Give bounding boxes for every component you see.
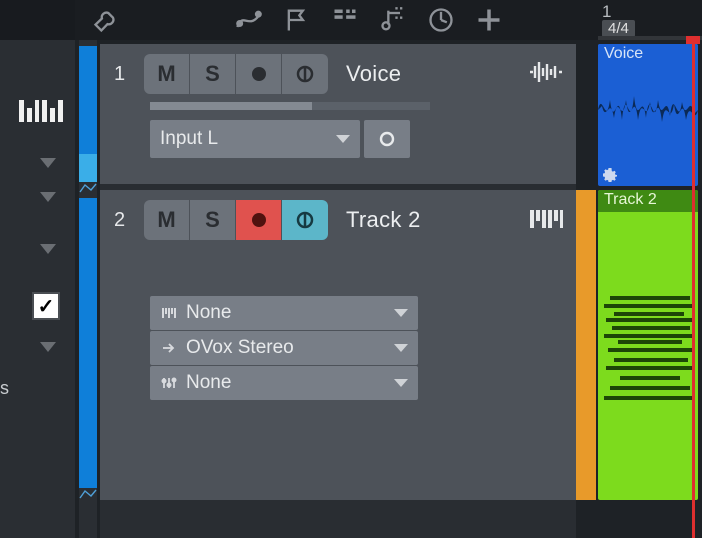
midi-fx-slot[interactable]: OVox Stereo	[150, 331, 418, 365]
flag-marker-icon[interactable]	[283, 6, 311, 34]
clip-label: Track 2	[598, 190, 698, 212]
track-name-label[interactable]: Track 2	[346, 207, 421, 233]
add-track-icon[interactable]	[475, 6, 503, 34]
panel-collapse-arrow[interactable]	[40, 158, 60, 170]
track-number: 1	[114, 63, 134, 86]
monitor-button[interactable]	[282, 54, 328, 94]
midi-fx-slot-label: OVox Stereo	[186, 337, 294, 359]
instrument-icon	[160, 305, 178, 321]
midi-keyboard-icon	[528, 206, 564, 234]
audio-waveform-icon	[528, 60, 564, 88]
instrument-slot[interactable]: None	[150, 296, 418, 330]
track-number: 2	[114, 209, 134, 232]
track-header[interactable]: 1 M S Voice Input L	[100, 44, 576, 184]
toolbar: 1 4/4	[0, 0, 702, 40]
left-panel-body: s	[0, 40, 75, 538]
panel-collapse-arrow[interactable]	[40, 192, 60, 204]
chevron-down-icon	[394, 309, 408, 317]
input-select-label: Input L	[160, 128, 218, 150]
clip-label: Voice	[598, 44, 698, 66]
mute-button[interactable]: M	[144, 54, 190, 94]
automation-lane-icon[interactable]	[79, 182, 97, 194]
record-arm-button[interactable]	[236, 200, 282, 240]
midi-route-icon	[160, 340, 178, 356]
wrench-icon[interactable]	[92, 6, 120, 34]
midi-keyboard-icon[interactable]	[19, 98, 63, 122]
grid-snap-icon[interactable]	[331, 6, 359, 34]
visibility-checkbox[interactable]	[32, 292, 60, 320]
sliders-icon	[160, 375, 178, 391]
solo-button[interactable]: S	[190, 54, 236, 94]
audio-fx-slot-label: None	[186, 372, 231, 394]
monitor-button[interactable]	[282, 200, 328, 240]
panel-section-label: s	[0, 378, 20, 399]
volume-meter	[150, 102, 430, 110]
playhead-line[interactable]	[692, 40, 695, 538]
time-signature: 4/4	[602, 20, 635, 37]
audio-fx-slot[interactable]: None	[150, 366, 418, 400]
automation-curve-icon[interactable]	[235, 6, 263, 34]
gear-icon[interactable]	[602, 167, 618, 183]
track-header[interactable]: 2 M S Track 2 None	[100, 190, 576, 500]
midi-note-graphic	[604, 296, 696, 406]
midi-clip[interactable]: Track 2	[598, 190, 698, 500]
panel-collapse-arrow[interactable]	[40, 342, 60, 354]
solo-button[interactable]: S	[190, 200, 236, 240]
bar-position: 1	[602, 3, 611, 20]
input-monitor-toggle[interactable]	[364, 120, 410, 158]
chevron-down-icon	[336, 135, 350, 143]
chevron-down-icon	[394, 344, 408, 352]
automation-lane-icon[interactable]	[79, 488, 97, 500]
track-color-strip	[576, 190, 596, 500]
audio-clip[interactable]: Voice	[598, 44, 698, 186]
waveform-graphic	[598, 70, 698, 150]
input-select[interactable]: Input L	[150, 120, 360, 158]
panel-collapse-arrow[interactable]	[40, 244, 60, 256]
mute-button[interactable]: M	[144, 200, 190, 240]
arrangement-lane[interactable]: Voice Track 2	[576, 44, 702, 538]
note-quantize-icon[interactable]	[379, 6, 407, 34]
track-color-strip	[79, 40, 97, 538]
time-signature-display[interactable]: 1 4/4	[598, 0, 694, 40]
instrument-slot-label: None	[186, 302, 231, 324]
metronome-icon[interactable]	[427, 6, 455, 34]
record-arm-button[interactable]	[236, 54, 282, 94]
track-header-area: 1 M S Voice Input L	[100, 44, 576, 538]
chevron-down-icon	[394, 379, 408, 387]
track-name-label[interactable]: Voice	[346, 61, 401, 87]
